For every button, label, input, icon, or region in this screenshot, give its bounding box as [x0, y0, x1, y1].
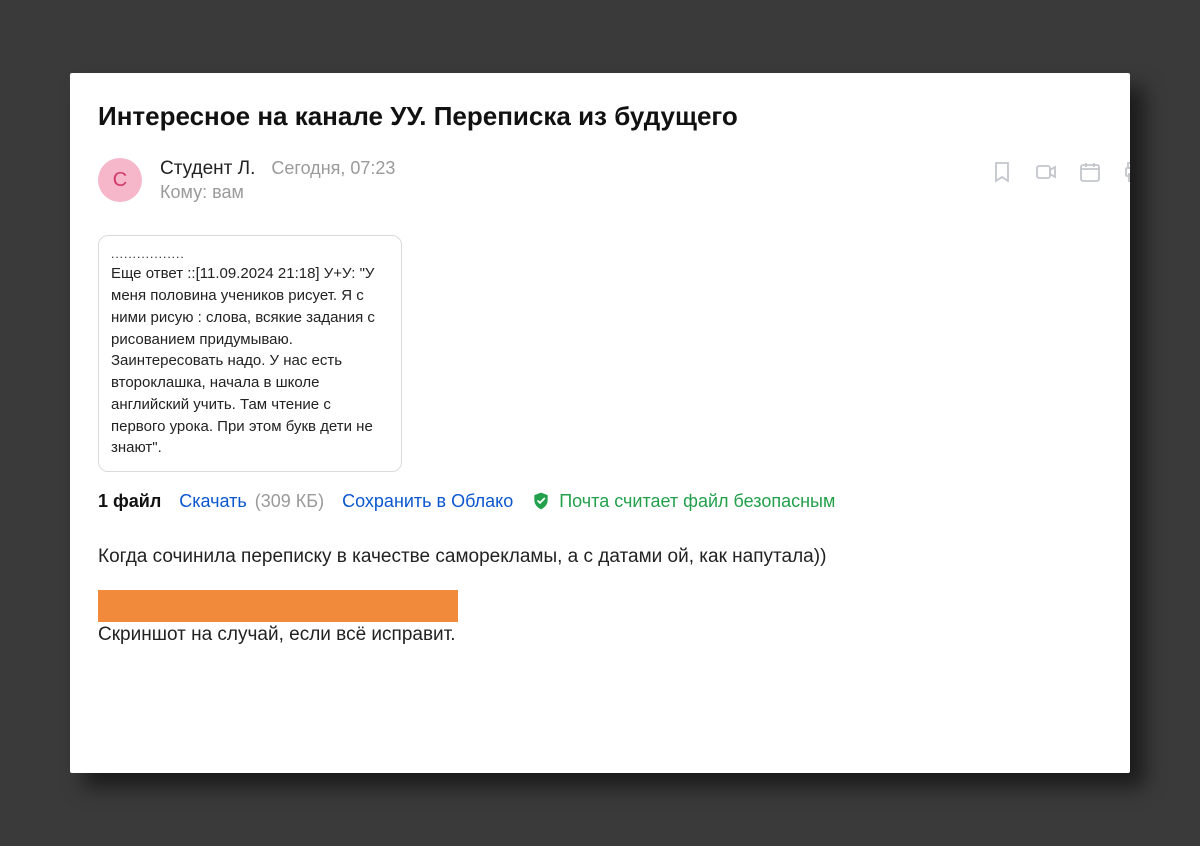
sender-block: Студент Л. Сегодня, 07:23 Кому: вам [160, 158, 988, 203]
save-to-cloud-link[interactable]: Сохранить в Облако [342, 491, 513, 512]
email-header: С Студент Л. Сегодня, 07:23 Кому: вам [70, 150, 1130, 215]
safe-badge: Почта считает файл безопасным [531, 490, 835, 512]
attachment-size: (309 КБ) [255, 491, 324, 512]
quoted-message: ................. Еще ответ ::[11.09.202… [98, 235, 402, 472]
email-body-line-2: Скриншот на случай, если всё исправит. [98, 624, 1130, 646]
download-link[interactable]: Скачать [179, 491, 247, 512]
recipient-line: Кому: вам [160, 182, 988, 203]
recipient-prefix: Кому: [160, 182, 207, 202]
shield-check-icon [531, 490, 551, 512]
quote-dots: ................. [111, 246, 389, 263]
email-body-line-1: Когда сочинила переписку в качестве само… [98, 546, 1130, 568]
quote-text: Еще ответ ::[11.09.2024 21:18] У+У: "У м… [111, 263, 389, 459]
bookmark-icon[interactable] [988, 158, 1016, 186]
calendar-icon[interactable] [1076, 158, 1104, 186]
avatar: С [98, 158, 142, 202]
recipient-value: вам [212, 182, 244, 202]
email-subject: Интересное на канале УУ. Переписка из бу… [70, 101, 1130, 150]
safe-text: Почта считает файл безопасным [559, 491, 835, 512]
sender-name: Студент Л. [160, 158, 255, 180]
attachment-count: 1 файл [98, 491, 161, 512]
email-card: Интересное на канале УУ. Переписка из бу… [70, 73, 1130, 773]
video-icon[interactable] [1032, 158, 1060, 186]
redaction-bar [98, 590, 458, 622]
email-toolbar [988, 158, 1130, 186]
attachment-row: 1 файл Скачать (309 КБ) Сохранить в Обла… [98, 490, 1130, 512]
sent-time: Сегодня, 07:23 [271, 158, 395, 179]
print-icon[interactable] [1120, 158, 1130, 186]
